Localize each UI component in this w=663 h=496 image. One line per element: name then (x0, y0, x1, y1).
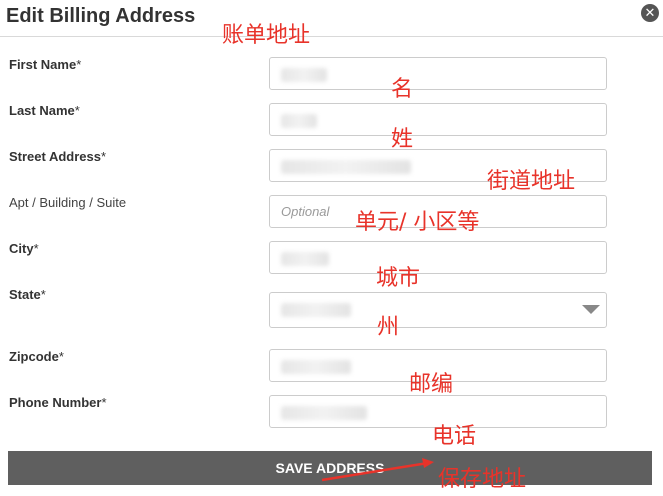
arrow-head (422, 458, 434, 468)
annotation-arrow (321, 458, 434, 482)
arrow-line (321, 461, 429, 482)
